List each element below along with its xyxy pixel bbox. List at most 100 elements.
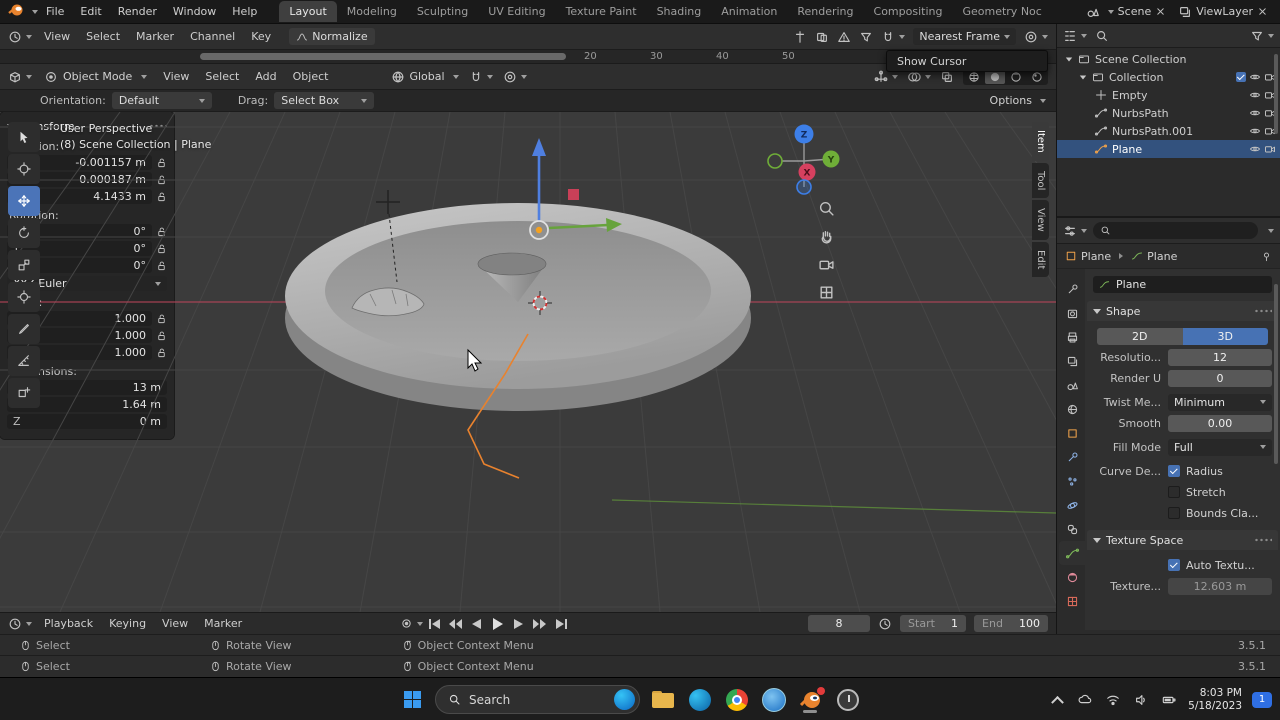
tool-cursor-button[interactable]	[8, 154, 40, 184]
frame-end-field[interactable]: End 100	[974, 615, 1048, 632]
shape-panel-header[interactable]: Shape	[1087, 301, 1278, 321]
workspace-tab-uv-editing[interactable]: UV Editing	[478, 1, 555, 22]
breadcrumb-object[interactable]: Plane	[1081, 250, 1111, 263]
vp-menu-object[interactable]: Object	[285, 70, 337, 83]
pin-icon[interactable]	[1261, 251, 1272, 262]
tray-chevron-icon[interactable]	[1048, 691, 1066, 709]
eye-icon[interactable]	[1249, 107, 1261, 119]
viewport-proportional-button[interactable]	[503, 70, 527, 84]
tool-transform-button[interactable]	[8, 282, 40, 312]
wifi-icon[interactable]	[1104, 691, 1122, 709]
n-tab-view[interactable]: View	[1032, 200, 1049, 240]
texture-space-panel-header[interactable]: Texture Space	[1087, 530, 1278, 550]
use-preview-range-icon[interactable]	[878, 617, 892, 631]
gizmo-z-negative[interactable]	[796, 179, 812, 195]
volume-icon[interactable]	[1132, 691, 1150, 709]
scene-selector[interactable]: Scene	[1080, 5, 1173, 19]
workspace-tab-layout[interactable]: Layout	[279, 1, 337, 22]
ds-menu-select[interactable]: Select	[78, 30, 128, 43]
eye-icon[interactable]	[1249, 143, 1261, 155]
play-button[interactable]	[488, 616, 507, 632]
menu-help[interactable]: Help	[224, 5, 265, 18]
tab-particles[interactable]	[1059, 469, 1085, 493]
outliner-row-scene-collection[interactable]: Scene Collection	[1057, 50, 1280, 68]
collection-checkbox[interactable]	[1236, 72, 1246, 82]
shape-3d-toggle[interactable]: 3D	[1182, 327, 1268, 345]
n-tab-edit[interactable]: Edit	[1032, 241, 1049, 278]
dope-sheet-editor-type-button[interactable]	[0, 30, 36, 44]
vp-menu-view[interactable]: View	[155, 70, 197, 83]
tab-material[interactable]	[1059, 565, 1085, 589]
auto-texture-space-checkbox[interactable]	[1168, 559, 1180, 571]
fill-mode-select[interactable]: Full	[1168, 438, 1272, 456]
menu-window[interactable]: Window	[165, 5, 224, 18]
battery-icon[interactable]	[1160, 691, 1178, 709]
twist-method-select[interactable]: Minimum	[1168, 393, 1272, 411]
workspace-tab-texture-paint[interactable]: Texture Paint	[556, 1, 647, 22]
play-reverse-button[interactable]	[467, 616, 486, 632]
view-layer-unlink-icon[interactable]	[1257, 6, 1268, 17]
outliner-row-empty[interactable]: Empty	[1057, 86, 1280, 104]
tl-menu-view[interactable]: View	[154, 617, 196, 630]
ds-menu-marker[interactable]: Marker	[128, 30, 182, 43]
datablock-name-field[interactable]: Plane	[1093, 275, 1272, 293]
tool-move-button[interactable]	[8, 186, 40, 216]
taskbar-search-input[interactable]: Search	[435, 685, 640, 714]
ds-menu-view[interactable]: View	[36, 30, 78, 43]
outliner-row-plane[interactable]: Plane	[1057, 140, 1280, 158]
menu-render[interactable]: Render	[110, 5, 165, 18]
smooth-field[interactable]: 0.00	[1168, 414, 1272, 432]
jump-end-button[interactable]	[551, 616, 570, 632]
camera-visibility-icon[interactable]	[1264, 143, 1276, 155]
workspace-tab-sculpting[interactable]: Sculpting	[407, 1, 478, 22]
orientation-default-select[interactable]: Default	[111, 92, 212, 109]
tab-view-layer[interactable]	[1059, 349, 1085, 373]
tab-world[interactable]	[1059, 397, 1085, 421]
tool-annotate-button[interactable]	[8, 314, 40, 344]
menu-edit[interactable]: Edit	[72, 5, 109, 18]
ds-menu-channel[interactable]: Channel	[182, 30, 243, 43]
prev-keyframe-button[interactable]	[446, 616, 465, 632]
outliner-row-nurbspath-001[interactable]: NurbsPath.001	[1057, 122, 1280, 140]
tab-object-data[interactable]	[1059, 541, 1085, 565]
next-keyframe-button[interactable]	[530, 616, 549, 632]
tool-rotate-button[interactable]	[8, 218, 40, 248]
notification-badge[interactable]: 1	[1252, 691, 1272, 708]
auto-key-button[interactable]	[400, 617, 424, 630]
ghost-frames-icon[interactable]	[815, 30, 829, 44]
blender-app-icon[interactable]	[797, 686, 825, 714]
properties-editor-type-button[interactable]	[1063, 224, 1087, 238]
tab-output[interactable]	[1059, 325, 1085, 349]
pan-button[interactable]	[818, 228, 835, 248]
playhead-snap-icon[interactable]	[793, 30, 807, 44]
eye-icon[interactable]	[1249, 125, 1261, 137]
file-explorer-icon[interactable]	[649, 686, 677, 714]
proportional-edit-button[interactable]	[1024, 30, 1048, 44]
onedrive-icon[interactable]	[1076, 691, 1094, 709]
ortho-toggle-button[interactable]	[818, 284, 835, 304]
workspace-tab-shading[interactable]: Shading	[647, 1, 712, 22]
ds-menu-key[interactable]: Key	[243, 30, 279, 43]
shape-2d-toggle[interactable]: 2D	[1097, 327, 1183, 345]
browser-icon[interactable]	[760, 686, 788, 714]
bounds-clamp-checkbox[interactable]	[1168, 507, 1180, 519]
drag-select-box-select[interactable]: Select Box	[274, 92, 375, 109]
normalize-toggle[interactable]: Normalize	[289, 28, 375, 45]
tab-constraints[interactable]	[1059, 517, 1085, 541]
options-button[interactable]: Options	[990, 94, 1056, 107]
clock-app-icon[interactable]	[834, 686, 862, 714]
timeline-editor-type-button[interactable]	[0, 617, 36, 631]
tool-add-primitive-button[interactable]	[8, 378, 40, 408]
radius-checkbox[interactable]	[1168, 465, 1180, 477]
mode-selector[interactable]: Object Mode	[36, 70, 155, 84]
tab-object[interactable]	[1059, 421, 1085, 445]
chrome-icon[interactable]	[723, 686, 751, 714]
properties-filter-chevron-icon[interactable]	[1268, 228, 1274, 233]
outliner-filter-button[interactable]	[1250, 29, 1274, 43]
current-frame-field[interactable]: 8	[808, 615, 870, 632]
workspace-tab-modeling[interactable]: Modeling	[337, 1, 407, 22]
workspace-tab-animation[interactable]: Animation	[711, 1, 787, 22]
navigation-gizmo[interactable]: Z Y X	[762, 120, 848, 209]
warning-icon[interactable]	[837, 30, 851, 44]
outliner-scrollbar[interactable]	[1274, 54, 1278, 134]
